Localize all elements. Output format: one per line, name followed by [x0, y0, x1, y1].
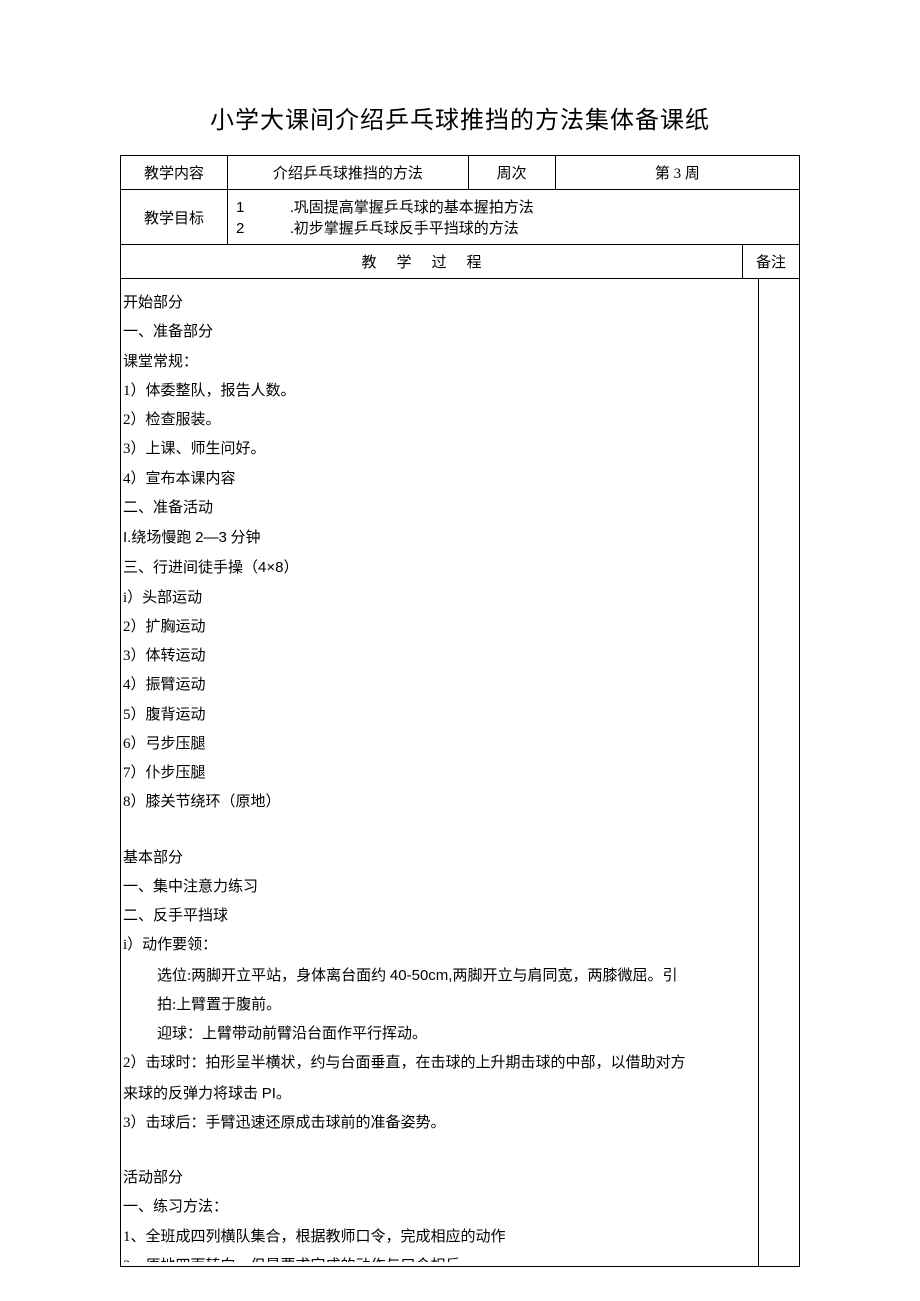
technique-line: 拍:上臂置于腹前。: [123, 991, 750, 1020]
warmup-item: I.I.绕场慢跑 2—3 分钟绕场慢跑 2—3 分钟: [123, 523, 750, 553]
technique-rest: 3）击球后：手臂迅速还原成击球前的准备姿势。: [123, 1109, 750, 1138]
goal-text-1: .巩固提高掌握乒乓球的基本握拍方法: [290, 200, 534, 216]
routine-item: 3）上课、师生问好。: [123, 435, 750, 464]
goal-line-1: 1 .巩固提高掌握乒乓球的基本握拍方法: [236, 196, 791, 217]
content-value: 介绍乒乓球推挡的方法: [228, 156, 469, 190]
exercise-item: 4）振臂运动: [123, 671, 750, 700]
basic-item: 二、反手平挡球: [123, 902, 750, 931]
note-column: [759, 279, 799, 1266]
exercise-item: 5）腹背运动: [123, 701, 750, 730]
basic-item: 一、集中注意力练习: [123, 873, 750, 902]
exercise-item: 8）膝关节绕环（原地）: [123, 788, 750, 817]
activity-heading: 活动部分: [123, 1164, 750, 1193]
routine-heading: 课堂常规：: [123, 348, 750, 377]
label-goals: 教学目标: [121, 190, 228, 245]
page-title: 小学大课间介绍乒乓球推挡的方法集体备课纸: [120, 100, 800, 135]
goals-cell: 1 .巩固提高掌握乒乓球的基本握拍方法 2 .初步掌握乒乓球反手平挡球的方法: [228, 190, 800, 245]
routine-item: 4）宣布本课内容: [123, 465, 750, 494]
process-body: 开始部分 一、准备部分 课堂常规： 1）体委整队，报告人数。 2）检查服装。 3…: [121, 279, 759, 1266]
note-label: 备注: [743, 245, 800, 279]
prep-heading: 一、准备部分: [123, 318, 750, 347]
process-label: 教学过程: [165, 251, 697, 272]
label-content: 教学内容: [121, 156, 228, 190]
goal-num-1: 1: [236, 199, 254, 216]
exercise-item: 2）扩胸运动: [123, 613, 750, 642]
lesson-plan-table: 教学内容 介绍乒乓球推挡的方法 周次 第 3 周 教学目标 1 .巩固提高掌握乒乓…: [120, 155, 800, 1267]
basic-item: i）动作要领：: [123, 931, 750, 960]
routine-item: 2）检查服装。: [123, 406, 750, 435]
technique-rest: 来球的反弹力将球击 PI。: [123, 1079, 750, 1109]
basic-heading: 基本部分: [123, 844, 750, 873]
activity-item: 1、全班成四列横队集合，根据教师口令，完成相应的动作: [123, 1223, 750, 1252]
routine-item: 1）体委整队，报告人数。: [123, 377, 750, 406]
technique-line: 选位:两脚开立平站，身体离台面约 40-50cm,两脚开立与肩同宽，两膝微屈。引: [123, 961, 750, 991]
exercise-item: 6）弓步压腿: [123, 730, 750, 759]
exercise-item: i）头部运动: [123, 584, 750, 613]
goal-num-2: 2: [236, 220, 254, 237]
process-header: 教学过程: [121, 245, 743, 279]
technique-line: 迎球：上臂带动前臂沿台面作平行挥动。: [123, 1020, 750, 1049]
technique-rest: 2）击球时：拍形呈半横状，约与台面垂直，在击球的上升期击球的中部，以借助对方: [123, 1049, 750, 1078]
week-value: 第 3 周: [555, 156, 799, 190]
goal-text-2: .初步掌握乒乓球反手平挡球的方法: [290, 221, 519, 237]
exercise-heading: 三、行进间徒手操（4×8）: [123, 553, 750, 583]
start-heading: 开始部分: [123, 289, 750, 318]
activity-item-cutoff: 2、原地四面转向，但是要求完成的动作与口令相反: [123, 1252, 750, 1262]
goal-line-2: 2 .初步掌握乒乓球反手平挡球的方法: [236, 217, 791, 238]
exercise-item: 7）仆步压腿: [123, 759, 750, 788]
warmup-heading: 二、准备活动: [123, 494, 750, 523]
exercise-item: 3）体转运动: [123, 642, 750, 671]
activity-sub: 一、练习方法：: [123, 1193, 750, 1222]
label-week: 周次: [468, 156, 555, 190]
